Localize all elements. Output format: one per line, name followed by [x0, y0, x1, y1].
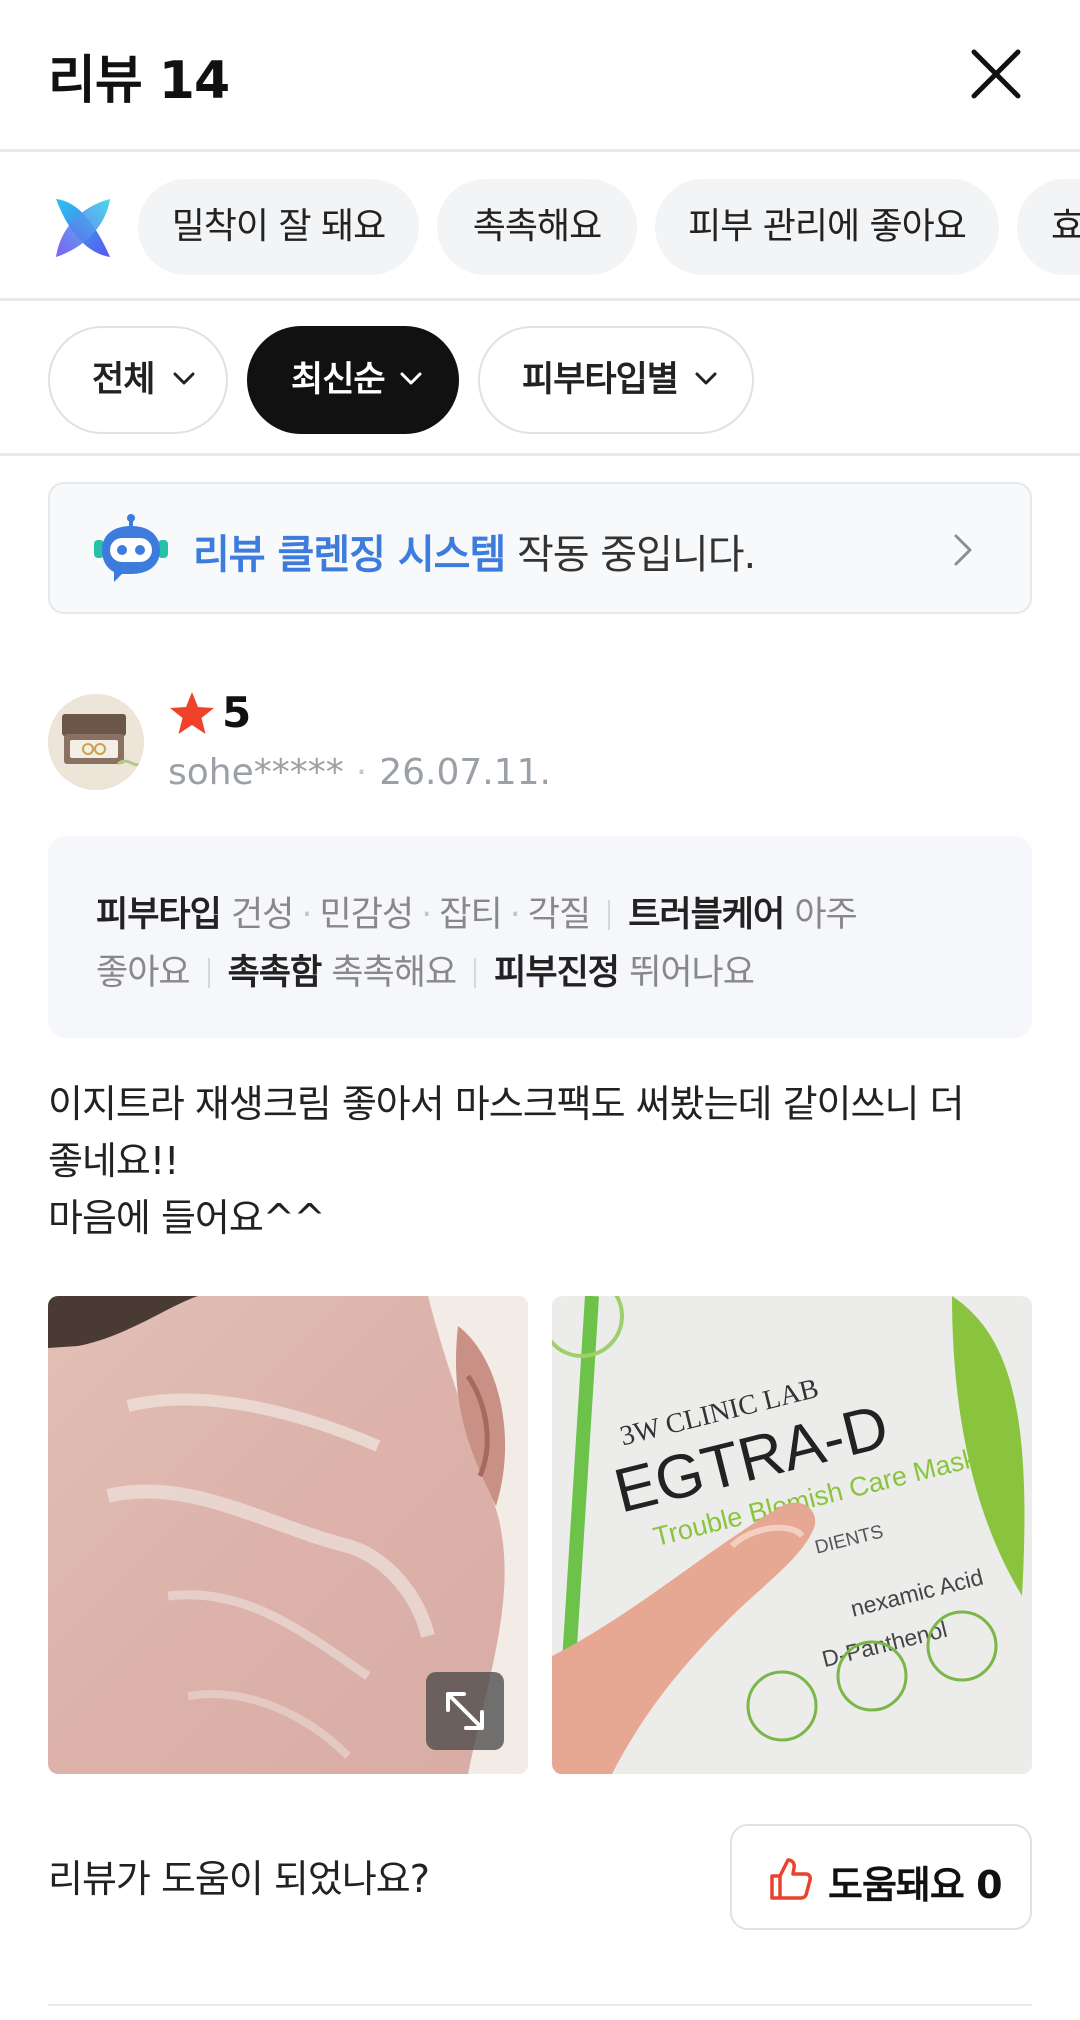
separator-dot: ·: [355, 752, 368, 793]
cleansing-highlight: 리뷰 클렌징 시스템: [193, 532, 506, 578]
helpful-button[interactable]: 도움돼요 0: [730, 1824, 1032, 1930]
header: 리뷰 14: [0, 0, 1080, 152]
attr-value: 각질: [527, 895, 591, 935]
chevron-right-icon: [954, 534, 972, 566]
keyword-chip-row: 밀착이 잘 돼요 촉촉해요 피부 관리에 좋아요 효: [0, 155, 1080, 301]
expand-icon: [446, 1692, 484, 1730]
filter-sort-latest[interactable]: 최신순: [247, 326, 459, 434]
attr-key-trouble: 트러블케어: [628, 895, 785, 935]
thumbs-up-icon: [770, 1858, 812, 1900]
close-icon[interactable]: [966, 44, 1026, 104]
helpful-question: 리뷰가 도움이 되었나요?: [48, 1857, 430, 1901]
helpful-count-label: 도움돼요 0: [828, 1863, 1003, 1907]
avatar[interactable]: [48, 694, 144, 790]
attr-value: 민감성: [319, 895, 415, 935]
filter-skin-type[interactable]: 피부타입별: [478, 326, 754, 434]
chevron-down-icon: [173, 372, 195, 385]
keyword-chip[interactable]: 밀착이 잘 돼요: [138, 179, 419, 275]
cleansing-rest: 작동 중입니다.: [505, 532, 756, 578]
chevron-down-icon: [400, 372, 422, 385]
attr-key-soothe: 피부진정: [494, 953, 620, 993]
review-photo-1[interactable]: [48, 1296, 528, 1774]
cleansing-text: 리뷰 클렌징 시스템 작동 중입니다.: [193, 522, 756, 580]
attr-value: 뛰어나요: [629, 953, 755, 993]
review-text-line: 마음에 들어요^^: [48, 1196, 326, 1240]
review-date: 26.07.11.: [379, 752, 551, 793]
divider: [48, 2004, 1032, 2006]
review-cleansing-banner[interactable]: 리뷰 클렌징 시스템 작동 중입니다.: [48, 482, 1032, 614]
attr-key-skin-type: 피부타입: [96, 895, 222, 935]
filter-label: 피부타입별: [522, 360, 679, 400]
attr-value: 좋아요: [96, 953, 191, 993]
reviewer-meta: sohe***** · 26.07.11.: [168, 752, 551, 793]
rating-value: 5: [222, 688, 252, 737]
attr-value: 촉촉해요: [331, 953, 457, 993]
expand-photo-button[interactable]: [426, 1672, 504, 1750]
filter-all[interactable]: 전체: [48, 326, 228, 434]
filter-label: 최신순: [291, 360, 386, 400]
keyword-chip[interactable]: 효: [1017, 179, 1080, 275]
reviewer-id[interactable]: sohe*****: [168, 752, 344, 793]
ai-summary-logo-icon: [56, 199, 110, 257]
robot-icon: [94, 514, 168, 582]
keyword-chip[interactable]: 촉촉해요: [437, 179, 637, 275]
attr-line-1: 피부타입 건성 · 민감성 · 잡티 · 각질 트러블케어 아주: [96, 895, 858, 935]
attr-key-moist: 촉촉함: [227, 953, 323, 993]
review-body: 이지트라 재생크림 좋아서 마스크팩도 써봤는데 같이쓰니 더 좋네요!! 마음…: [48, 1076, 1032, 1247]
chevron-down-icon: [695, 372, 717, 385]
attr-line-2: 좋아요 촉촉함 촉촉해요 피부진정 뛰어나요: [96, 944, 755, 995]
page-title: 리뷰 14: [48, 51, 230, 111]
filter-label: 전체: [92, 360, 155, 400]
star-icon: [170, 692, 214, 734]
attr-value: 아주: [794, 895, 857, 935]
review-attributes: 피부타입 건성 · 민감성 · 잡티 · 각질 트러블케어 아주 좋아요 촉촉함 촉촉해요 피부진…: [48, 836, 1032, 1038]
attr-value: 잡티: [439, 895, 502, 935]
review-text-line: 이지트라 재생크림 좋아서 마스크팩도 써봤는데 같이쓰니 더: [48, 1082, 964, 1126]
filter-row: 전체 최신순 피부타입별: [0, 304, 1080, 456]
keyword-chip[interactable]: 피부 관리에 좋아요: [655, 179, 999, 275]
review-photo-2[interactable]: 3W CLINIC LAB EGTRA-D Trouble Blemish Ca…: [552, 1296, 1032, 1774]
attr-value: 건성: [230, 895, 294, 935]
review-text-line: 좋네요!!: [48, 1139, 179, 1183]
